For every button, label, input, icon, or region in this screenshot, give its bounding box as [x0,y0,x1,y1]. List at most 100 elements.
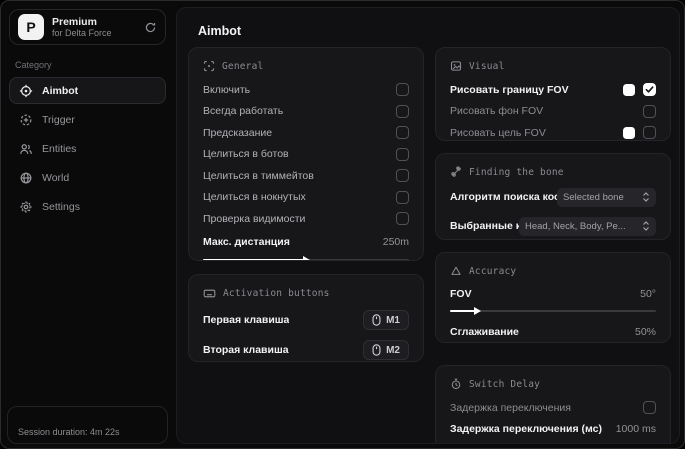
session-duration-text: Session duration: 4m 22s [18,427,120,437]
slider-row: Макс. дистанция 250m [203,232,409,254]
chevron-expand-icon [642,192,650,202]
slider-label: Сглаживание [450,326,519,338]
setting-label: Проверка видимости [203,212,306,225]
sidebar-item-aimbot[interactable]: Aimbot [9,77,166,104]
slider-label: Задержка переключения (мс) [450,423,602,436]
sidebar-item-settings[interactable]: Settings [9,193,166,220]
dropdown-row: Выбранные кос Head, Neck, Body, Pe... [450,214,656,238]
keybind-row: Первая клавиша M1 [203,307,409,333]
panel-title: General [222,60,264,72]
color-swatch-fov-border[interactable] [623,83,635,96]
panel-visual: Visual Рисовать границу FOV Рисовать фон… [435,47,671,141]
switch-delay-slider[interactable] [450,443,656,444]
setting-row: Целиться в ботов [203,144,409,166]
visual-icon [450,60,462,72]
bone-algorithm-dropdown[interactable]: Selected bone [557,187,656,207]
checkbox-draw-fov-background[interactable] [643,104,656,118]
slider-thumb[interactable] [473,307,481,315]
dropdown-value: Selected bone [563,191,624,203]
slider-value: 50° [640,288,656,300]
sidebar-item-world[interactable]: World [9,164,166,191]
keybind-value: M1 [386,314,400,326]
crosshair-icon [19,84,33,98]
setting-label: Рисовать границу FOV [450,83,569,96]
checkbox-target-bots[interactable] [396,147,409,161]
keyboard-icon [203,287,216,300]
refresh-icon[interactable] [144,21,157,34]
checkbox-prediction[interactable] [396,126,409,140]
checkbox-enable[interactable] [396,83,409,97]
setting-row: Предсказание [203,122,409,144]
setting-row: Всегда работать [203,101,409,123]
panel-title: Visual [469,60,505,72]
keybind-row: Вторая клавиша M2 [203,337,409,361]
stopwatch-icon [450,378,462,390]
control-group [623,83,656,97]
slider-value: 50% [634,326,656,338]
panel-accuracy-header: Accuracy [450,264,656,278]
checkbox-draw-fov-target[interactable] [643,126,656,140]
selected-bones-dropdown[interactable]: Head, Neck, Body, Pe... [519,216,656,236]
sidebar-item-label: World [42,171,70,184]
checkbox-draw-fov-border[interactable] [643,83,656,97]
keybind-label: Первая клавиша [203,314,290,326]
slider-fill [203,256,310,260]
panel-title: Activation buttons [223,287,330,299]
page-title: Aimbot [198,24,242,38]
slider-value: 1000 ms [615,423,656,436]
panel-switch-header: Switch Delay [450,377,656,391]
dropdown-label: Алгоритм поиска кост [450,191,557,203]
mouse-icon [372,314,381,326]
color-swatch-fov-target[interactable] [623,126,635,139]
panel-title: Accuracy [469,265,517,277]
slider-value: 250m [382,236,409,249]
category-label: Category [15,60,52,70]
slider-thumb[interactable] [302,256,310,260]
setting-row: Включить [203,79,409,101]
mouse-icon [372,344,381,356]
setting-row: Целиться в тиммейтов [203,165,409,187]
trigger-icon [19,113,33,127]
sidebar-item-trigger[interactable]: Trigger [9,106,166,133]
keybind-button-second[interactable]: M2 [363,340,409,360]
keybind-label: Вторая клавиша [203,344,289,356]
slider-thumb[interactable] [470,443,477,444]
slider-fill [450,307,481,315]
setting-label: Рисовать фон FOV [450,105,544,118]
gear-icon [19,200,33,214]
keybind-value: M2 [386,344,400,356]
sidebar-item-label: Trigger [42,113,75,126]
sidebar-item-label: Settings [42,200,80,213]
panel-accuracy: Accuracy FOV 50° Сглаживание 50% [435,252,671,343]
main-content: Aimbot General Включить Всегда работать [176,7,680,444]
setting-row: Рисовать фон FOV [450,101,656,123]
max-distance-slider[interactable] [203,256,409,260]
sidebar-item-entities[interactable]: Entities [9,135,166,162]
chevron-expand-icon [642,221,650,231]
checkbox-switch-delay[interactable] [643,401,656,415]
panel-switch-delay: Switch Delay Задержка переключения Задер… [435,365,671,444]
keybind-button-first[interactable]: M1 [363,310,409,330]
checkbox-visibility-check[interactable] [396,212,409,226]
checkbox-target-teammates[interactable] [396,169,409,183]
checkbox-always-work[interactable] [396,104,409,118]
control-group [643,104,656,118]
sidebar: P Premium for Delta Force Category Aimbo… [1,1,174,448]
globe-icon [19,171,33,185]
setting-label: Рисовать цель FOV [450,126,546,139]
setting-label: Целиться в тиммейтов [203,169,314,182]
slider-row: Задержка переключения (мс) 1000 ms [450,419,656,441]
brand-subtitle: for Delta Force [52,27,112,38]
panel-general-header: General [203,59,409,73]
session-duration-box: Session duration: 4m 22s [7,406,168,444]
app-window: P Premium for Delta Force Category Aimbo… [0,0,685,449]
brand-logo: P [18,14,44,40]
panel-title: Finding the bone [469,166,564,178]
setting-row: Целиться в нокнутых [203,187,409,209]
panel-title: Switch Delay [469,378,541,390]
scan-icon [203,60,215,72]
panel-visual-header: Visual [450,59,656,73]
fov-slider[interactable] [450,307,656,315]
checkbox-target-knocked[interactable] [396,190,409,204]
dropdown-label: Выбранные кос [450,220,519,232]
